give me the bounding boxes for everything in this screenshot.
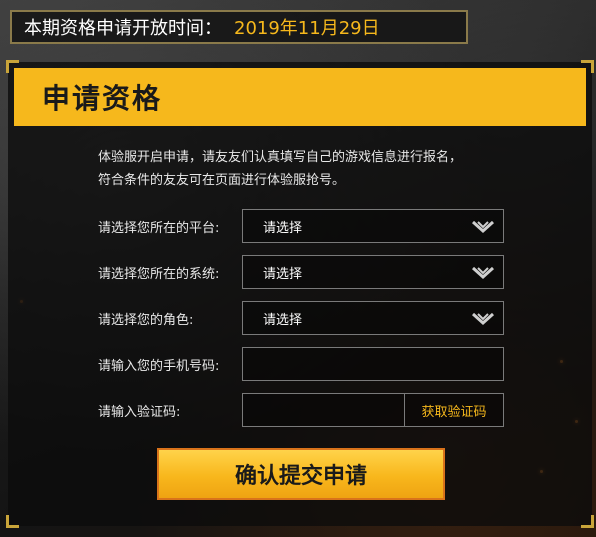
code-field: 获取验证码 — [242, 393, 504, 427]
corner-decoration — [581, 515, 594, 528]
corner-decoration — [6, 515, 19, 528]
code-input-wrap[interactable] — [243, 394, 405, 426]
panel-title: 申请资格 — [42, 82, 163, 115]
role-select-value: 请选择 — [263, 312, 303, 328]
chevron-down-icon — [471, 266, 495, 280]
panel-header: 申请资格 — [14, 68, 586, 126]
platform-select-value: 请选择 — [263, 220, 303, 236]
open-time-bar: 本期资格申请开放时间： 2019年11月29日 — [10, 10, 468, 44]
platform-row: 请选择您所在的平台: 请选择 — [98, 208, 508, 244]
code-input[interactable] — [253, 401, 404, 419]
application-panel: 申请资格 体验服开启申请，请友友们认真填写自己的游戏信息进行报名， 符合条件的友… — [6, 60, 594, 528]
role-row: 请选择您的角色: 请选择 — [98, 300, 508, 336]
system-row: 请选择您所在的系统: 请选择 — [98, 254, 508, 290]
role-select[interactable]: 请选择 — [242, 301, 504, 335]
get-code-button[interactable]: 获取验证码 — [405, 394, 503, 426]
intro-text: 体验服开启申请，请友友们认真填写自己的游戏信息进行报名， 符合条件的友友可在页面… — [98, 146, 528, 192]
code-label: 请输入验证码: — [98, 404, 181, 420]
phone-row: 请输入您的手机号码: — [98, 346, 508, 382]
intro-line: 符合条件的友友可在页面进行体验服抢号。 — [98, 173, 346, 188]
open-time-date: 2019年11月29日 — [234, 18, 380, 39]
open-time-label: 本期资格申请开放时间： — [24, 18, 222, 39]
intro-line: 体验服开启申请，请友友们认真填写自己的游戏信息进行报名， — [98, 150, 463, 165]
submit-button[interactable]: 确认提交申请 — [157, 448, 445, 500]
phone-label: 请输入您的手机号码: — [98, 358, 220, 374]
platform-label: 请选择您所在的平台: — [98, 220, 220, 236]
system-label: 请选择您所在的系统: — [98, 266, 220, 282]
chevron-down-icon — [471, 312, 495, 326]
system-select[interactable]: 请选择 — [242, 255, 504, 289]
chevron-down-icon — [471, 220, 495, 234]
platform-select[interactable]: 请选择 — [242, 209, 504, 243]
phone-field[interactable] — [242, 347, 504, 381]
phone-input[interactable] — [253, 355, 503, 373]
role-label: 请选择您的角色: — [98, 312, 194, 328]
code-row: 请输入验证码: 获取验证码 — [98, 392, 508, 428]
system-select-value: 请选择 — [263, 266, 303, 282]
